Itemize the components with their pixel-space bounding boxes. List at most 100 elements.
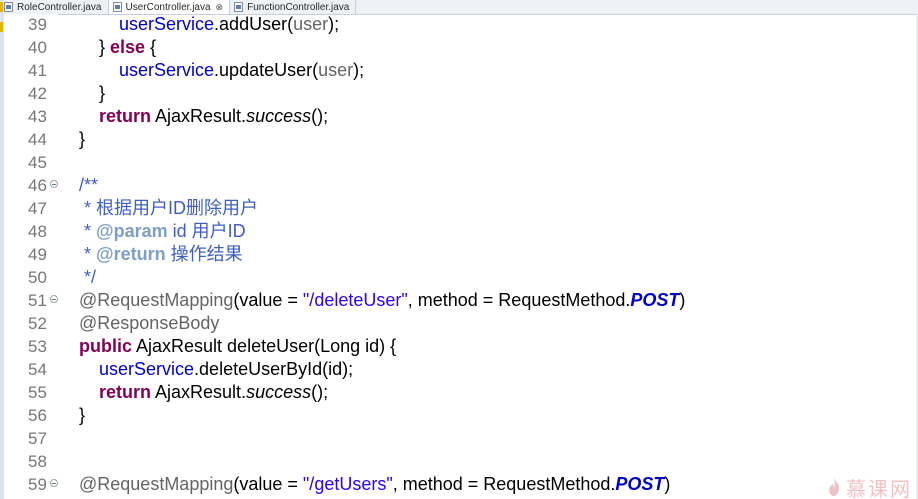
code-token: ); [328,14,340,34]
code-token: user [293,14,329,34]
line-number: 58 [28,452,47,471]
tab-functioncontroller[interactable]: FunctionController.java [230,0,357,14]
watermark-text: 慕课网 [846,476,912,499]
code-token: ); [353,60,365,80]
code-line[interactable]: 44} [0,128,918,151]
code-line[interactable]: 56} [0,404,918,427]
code-text: return AjaxResult.success(); [99,105,328,128]
code-text: return AjaxResult.success(); [99,381,328,404]
code-line[interactable]: 39 userService.addUser(user); [0,13,918,36]
code-text: } [99,82,105,105]
line-number: 41 [28,61,47,80]
code-line[interactable]: 41 userService.updateUser(user); [0,59,918,82]
code-text: @RequestMapping(value = "/getUsers", met… [79,473,670,496]
line-number: 39 [28,15,47,34]
code-token: .addUser( [214,14,294,34]
line-number: 57 [28,429,47,448]
code-token: * [84,221,97,241]
code-text: * @return 操作结果 [84,243,243,266]
line-number: 47 [28,199,47,218]
code-token: AjaxResult deleteUser(Long id) { [132,336,397,356]
fold-toggle-icon[interactable] [50,295,58,303]
code-token: userService [119,60,215,80]
code-text: * 根据用户ID删除用户 [84,197,258,220]
line-number: 43 [28,107,47,126]
code-line[interactable]: 57 [0,427,918,450]
code-text: /** [79,174,98,197]
code-token: } [99,37,111,57]
code-token: user [318,60,354,80]
code-line[interactable]: 45 [0,151,918,174]
code-line[interactable]: 55 return AjaxResult.success(); [0,381,918,404]
line-number: 54 [28,360,47,379]
line-number: 51 [28,291,47,310]
code-editor[interactable]: 39 userService.addUser(user); 40} else {41… [0,14,918,499]
code-line[interactable]: 48 * @param id 用户ID [0,220,918,243]
code-token: POST [615,474,665,494]
line-number: 59 [28,475,47,494]
code-line[interactable]: 40} else { [0,36,918,59]
code-token: } [79,129,86,149]
line-number: 45 [28,153,47,172]
java-file-icon [4,2,13,12]
fold-toggle-icon[interactable] [50,180,58,188]
code-line[interactable]: 52 @ResponseBody [0,312,918,335]
code-token: @RequestMapping [79,290,234,310]
close-tab-icon[interactable]: ⊗ [216,2,224,13]
code-token: AjaxResult. [151,106,247,126]
code-line[interactable]: 53 public AjaxResult deleteUser(Long id) … [0,335,918,358]
line-number: 40 [28,38,47,57]
code-line[interactable]: 58 [0,450,918,473]
code-token: , method = RequestMethod. [392,474,616,494]
code-token: (value = [233,474,303,494]
code-token: /** [79,175,99,195]
java-file-icon [112,2,122,12]
code-line[interactable]: 46 /** [0,174,918,197]
line-number: 52 [28,314,47,333]
code-line[interactable]: 43 return AjaxResult.success(); [0,105,918,128]
flame-icon [829,478,840,496]
tab-label: FunctionController.java [247,1,350,13]
code-token: else [110,37,146,57]
tab-usercontroller[interactable]: UserController.java ⊗ [108,0,231,14]
watermark: 慕课网 [826,475,912,499]
code-token: 操作结果 [165,244,243,264]
tab-label: UserController.java [125,1,211,13]
code-line[interactable]: 42} [0,82,918,105]
code-text: * @param id 用户ID [84,220,246,243]
code-token: @param [96,221,168,241]
code-token: (); [311,382,329,402]
line-number: 56 [28,406,47,425]
code-token: { [145,37,157,57]
line-number: 48 [28,222,47,241]
code-token: * [84,244,97,264]
code-line[interactable]: 49 * @return 操作结果 [0,243,918,266]
code-line[interactable]: 47 * 根据用户ID删除用户 [0,197,918,220]
tab-rolecontroller[interactable]: RoleController.java [0,0,109,14]
line-number: 44 [28,130,47,149]
line-number: 53 [28,337,47,356]
fold-toggle-icon[interactable] [50,479,58,487]
warning-marker-icon[interactable] [0,2,3,12]
code-token: success [246,106,312,126]
code-token: (); [311,106,329,126]
code-text: } [79,404,85,427]
code-token: */ [84,267,97,287]
code-line[interactable]: 50 */ [0,266,918,289]
code-text: public AjaxResult deleteUser(Long id) { [79,335,396,358]
line-number: 46 [28,176,47,195]
line-number: 49 [28,245,47,264]
code-line[interactable]: 59 @RequestMapping(value = "/getUsers", m… [0,473,918,496]
java-file-icon [234,2,244,12]
code-token: "/deleteUser" [302,290,408,310]
code-line[interactable]: 51 @RequestMapping(value = "/deleteUser",… [0,289,918,312]
code-token: } [99,83,106,103]
code-text: } else { [99,36,156,59]
code-token: AjaxResult. [151,382,247,402]
code-line[interactable]: 54 userService.deleteUserById(id); [0,358,918,381]
code-token: , method = RequestMethod. [407,290,631,310]
tab-label: RoleController.java [17,1,102,13]
code-text: @ResponseBody [79,312,219,335]
code-token: "/getUsers" [302,474,393,494]
code-token: public [79,336,132,356]
